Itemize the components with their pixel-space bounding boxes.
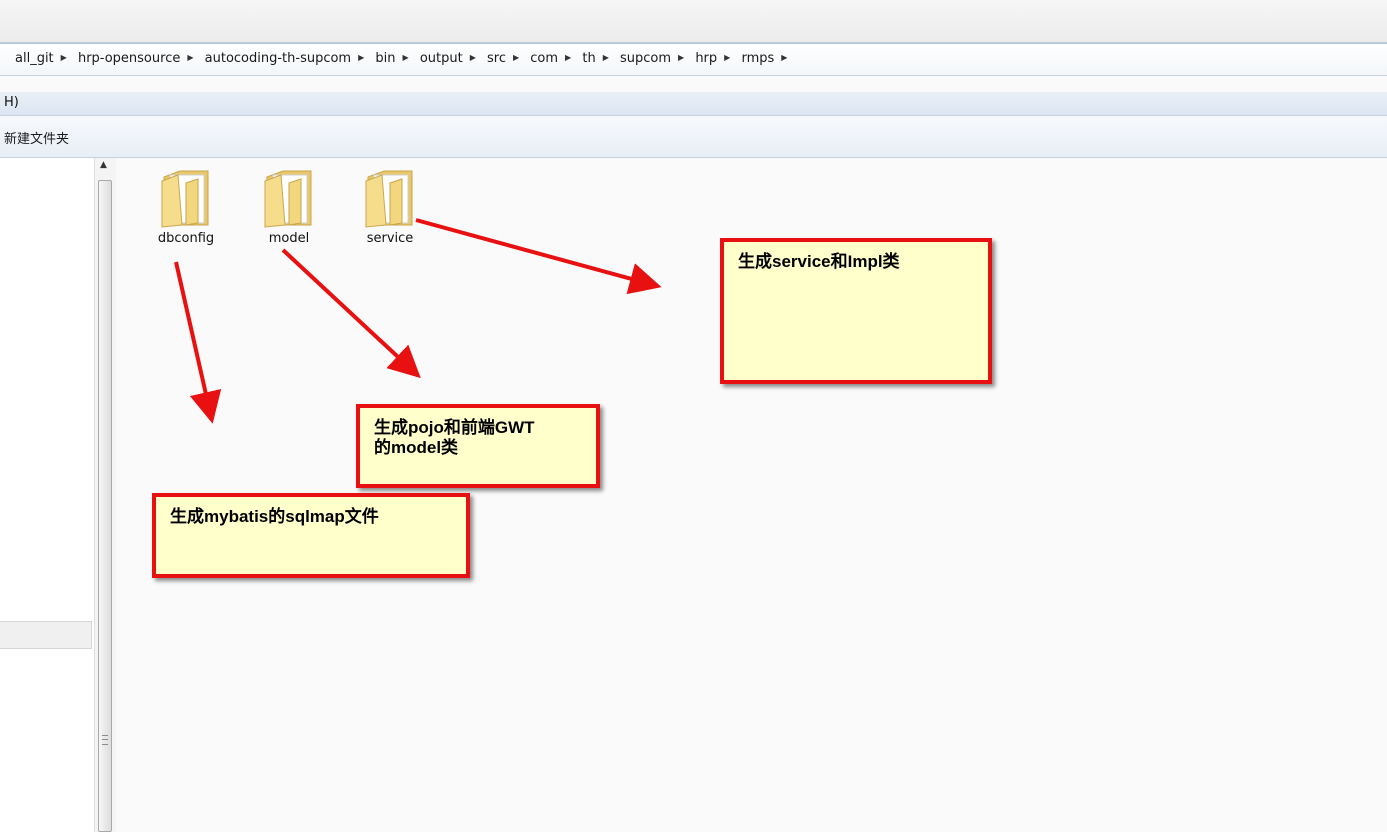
breadcrumb-item-autocoding[interactable]: autocoding-th-supcom: [202, 51, 354, 66]
chevron-right-icon[interactable]: ▶: [358, 53, 364, 62]
window-titlebar: [0, 0, 1387, 42]
chevron-right-icon[interactable]: ▶: [724, 53, 730, 62]
folder-label: model: [268, 231, 310, 246]
chevron-right-icon[interactable]: ▶: [403, 53, 409, 62]
chevron-right-icon[interactable]: ▶: [603, 53, 609, 62]
callout-dbconfig-text: 生成mybatis的sqlmap文件: [170, 507, 379, 526]
callout-model-line1: 生成pojo和前端GWT: [374, 418, 535, 437]
breadcrumb-item-hrp-opensource[interactable]: hrp-opensource: [75, 51, 183, 66]
chevron-right-icon[interactable]: ▶: [61, 53, 67, 62]
breadcrumb-item-com[interactable]: com: [527, 51, 561, 66]
breadcrumb-item-supcom[interactable]: supcom: [617, 51, 674, 66]
new-folder-button[interactable]: 新建文件夹: [4, 128, 69, 147]
folder-icon: [264, 170, 312, 228]
chevron-right-icon[interactable]: ▶: [513, 53, 519, 62]
menu-bar: H): [0, 92, 1387, 116]
breadcrumb-item-output[interactable]: output: [417, 51, 466, 66]
chevron-right-icon[interactable]: ▶: [781, 53, 787, 62]
breadcrumb-item-src[interactable]: src: [484, 51, 509, 66]
chevron-right-icon[interactable]: ▶: [678, 53, 684, 62]
breadcrumb-item-hrp[interactable]: hrp: [692, 51, 720, 66]
callout-dbconfig: 生成mybatis的sqlmap文件: [152, 493, 470, 578]
folder-item-service[interactable]: service: [350, 167, 430, 263]
scroll-up-arrow-icon[interactable]: ▲: [100, 160, 107, 170]
address-bar[interactable]: all_git ▶ hrp-opensource ▶ autocoding-th-s…: [0, 42, 1387, 76]
callout-service-text: 生成service和Impl类: [738, 252, 900, 271]
scrollbar-thumb[interactable]: [98, 180, 112, 832]
menu-item-help[interactable]: H): [4, 95, 19, 110]
breadcrumb-item-th[interactable]: th: [579, 51, 598, 66]
callout-model: 生成pojo和前端GWT 的model类: [356, 404, 600, 488]
chevron-right-icon[interactable]: ▶: [187, 53, 193, 62]
folder-icon: [365, 170, 413, 228]
folder-icon: [161, 170, 209, 228]
folder-label: service: [366, 231, 414, 246]
breadcrumb-item-bin[interactable]: bin: [372, 51, 398, 66]
folder-item-model[interactable]: model: [249, 167, 329, 263]
callout-model-line2: 的model类: [374, 438, 459, 457]
chevron-right-icon[interactable]: ▶: [470, 53, 476, 62]
breadcrumb-item-rmps[interactable]: rmps: [738, 51, 777, 66]
command-toolbar: 新建文件夹: [0, 116, 1387, 158]
nav-pane-scrollbar[interactable]: ▲: [94, 158, 116, 832]
nav-pane-group-header[interactable]: [0, 621, 92, 649]
breadcrumb-item-all-git[interactable]: all_git: [12, 51, 57, 66]
breadcrumb: all_git ▶ hrp-opensource ▶ autocoding-th-s…: [12, 51, 791, 66]
navigation-pane[interactable]: [0, 158, 94, 832]
folder-label: dbconfig: [157, 231, 215, 246]
folder-item-dbconfig[interactable]: dbconfig: [146, 167, 226, 263]
scroll-grip-icon: [102, 735, 108, 745]
callout-service: 生成service和Impl类: [720, 238, 992, 384]
chevron-right-icon[interactable]: ▶: [565, 53, 571, 62]
